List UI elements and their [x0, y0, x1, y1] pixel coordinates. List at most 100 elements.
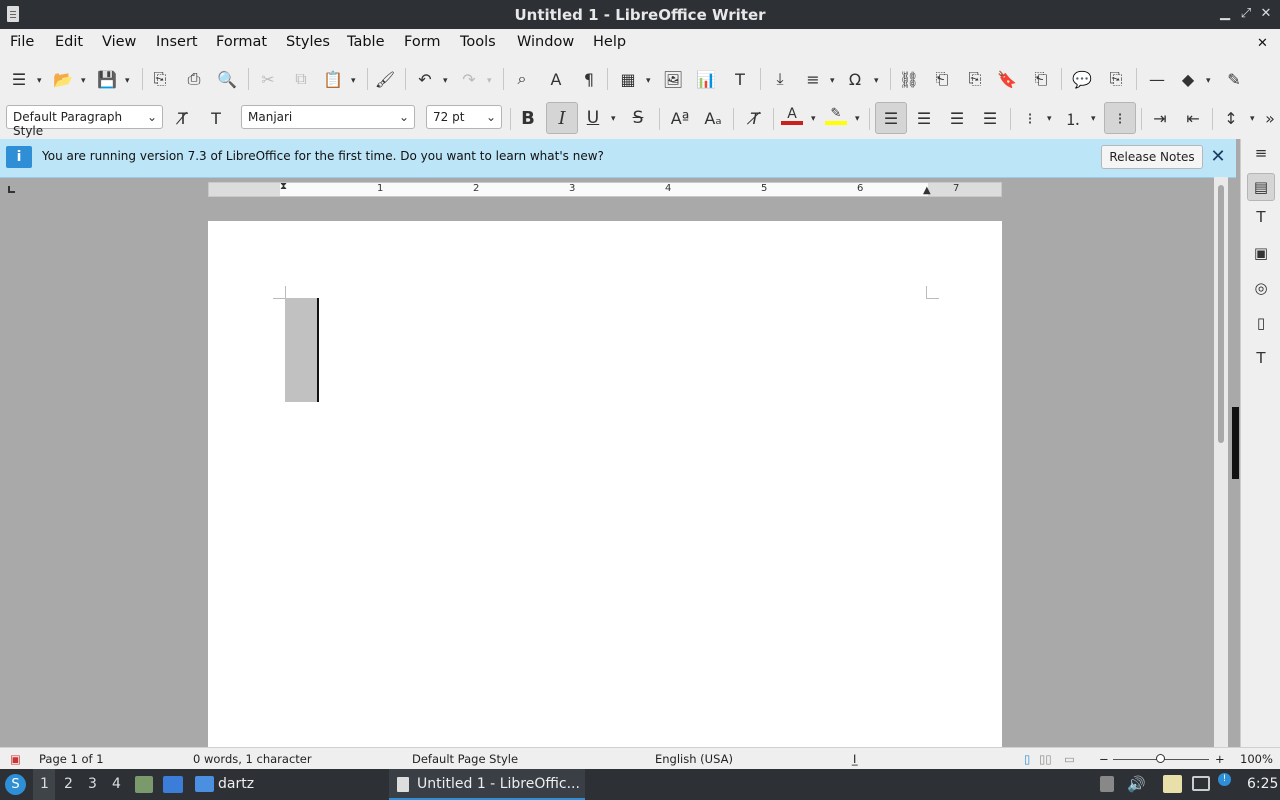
insert-chart-icon[interactable]: 📊 — [695, 68, 717, 90]
horizontal-ruler[interactable]: 1 2 3 4 5 6 7 ⧗ ▲ — [208, 181, 1002, 197]
gallery-icon[interactable]: ▣ — [1251, 243, 1271, 263]
draw-functions-icon[interactable]: ✎ — [1223, 68, 1245, 90]
justify-icon[interactable]: ☰ — [979, 107, 1001, 129]
folder-icon[interactable] — [195, 776, 214, 792]
zoom-in-icon[interactable]: + — [1215, 752, 1225, 766]
menu-styles[interactable]: Styles — [286, 34, 330, 50]
more-options-icon[interactable]: » — [1262, 107, 1278, 129]
workspace-3[interactable]: 3 — [88, 776, 97, 792]
workspace-4[interactable]: 4 — [112, 776, 121, 792]
scrollbar-thumb[interactable] — [1218, 185, 1224, 443]
new-document-icon[interactable]: ☰ — [8, 68, 30, 90]
network-icon[interactable] — [1192, 776, 1210, 791]
sidebar-menu-icon[interactable]: ≡ — [1251, 143, 1271, 163]
save-dropdown-chevron-icon[interactable]: ▾ — [125, 77, 133, 86]
decrease-indent-icon[interactable]: ⇤ — [1182, 107, 1204, 129]
numbering-icon[interactable]: ⒈ — [1062, 107, 1084, 129]
update-notification-icon[interactable]: ! — [1218, 773, 1231, 786]
navigator-icon[interactable]: ◎ — [1251, 278, 1271, 298]
comment-icon[interactable]: 💬 — [1071, 68, 1093, 90]
page-count[interactable]: Page 1 of 1 — [39, 752, 104, 766]
document-page[interactable] — [208, 221, 1002, 761]
print-icon[interactable]: ⎙ — [183, 68, 205, 90]
styles-icon[interactable]: T — [1251, 207, 1271, 227]
copy-icon[interactable]: ⧉ — [290, 68, 312, 90]
cross-reference-icon[interactable]: ⎗ — [1030, 68, 1052, 90]
tab-stop-icon[interactable] — [8, 186, 15, 193]
active-task[interactable]: Untitled 1 - LibreOffic... — [389, 769, 585, 800]
indent-marker-icon[interactable]: ⧗ — [280, 181, 287, 192]
line-spacing-dropdown-chevron-icon[interactable]: ▾ — [1250, 115, 1258, 124]
zoom-out-icon[interactable]: − — [1099, 752, 1109, 766]
single-page-view-icon[interactable]: ▯ — [1024, 752, 1030, 766]
italic-button[interactable]: I — [546, 102, 578, 134]
insert-image-icon[interactable]: 🖼 — [662, 68, 684, 90]
formatting-marks-icon[interactable]: ¶ — [578, 68, 600, 90]
font-name-combo[interactable]: Manjari ⌄ — [241, 105, 415, 129]
shapes-dropdown-chevron-icon[interactable]: ▾ — [1206, 77, 1214, 86]
save-icon[interactable]: 💾 — [96, 68, 118, 90]
page-break-icon[interactable]: ⤓ — [769, 68, 791, 90]
numbering-dropdown-chevron-icon[interactable]: ▾ — [1091, 115, 1099, 124]
font-color-icon[interactable]: A — [781, 105, 803, 127]
insert-text-box-icon[interactable]: T — [729, 68, 751, 90]
increase-indent-icon[interactable]: ⇥ — [1149, 107, 1171, 129]
redo-icon[interactable]: ↷ — [458, 68, 480, 90]
new-dropdown-chevron-icon[interactable]: ▾ — [37, 77, 45, 86]
special-character-icon[interactable]: Ω — [844, 68, 866, 90]
menu-form[interactable]: Form — [404, 34, 441, 50]
menu-insert[interactable]: Insert — [156, 34, 198, 50]
export-pdf-icon[interactable]: ⎘ — [149, 68, 171, 90]
find-replace-icon[interactable]: ⌕ — [511, 68, 533, 90]
release-notes-button[interactable]: Release Notes — [1101, 145, 1203, 169]
volume-icon[interactable]: 🔊 — [1127, 775, 1146, 793]
desktop-icon[interactable] — [163, 776, 183, 793]
document-modified-icon[interactable]: ▣ — [10, 752, 21, 766]
line-spacing-icon[interactable]: ↕ — [1220, 107, 1242, 129]
multi-page-view-icon[interactable]: ▯▯ — [1039, 752, 1052, 766]
spelling-icon[interactable]: A — [545, 68, 567, 90]
zoom-slider-thumb[interactable] — [1156, 754, 1165, 763]
bullets-dropdown-chevron-icon[interactable]: ▾ — [1047, 115, 1055, 124]
hyperlink-icon[interactable]: ⛓ — [898, 68, 920, 90]
menu-edit[interactable]: Edit — [55, 34, 83, 50]
insert-mode-icon[interactable]: I̲ — [853, 752, 856, 766]
subscript-icon[interactable]: Aₐ — [702, 107, 724, 129]
align-left-icon[interactable]: ☰ — [875, 102, 907, 134]
insert-line-icon[interactable]: — — [1146, 68, 1168, 90]
highlight-dropdown-chevron-icon[interactable]: ▾ — [855, 115, 863, 124]
special-char-dropdown-chevron-icon[interactable]: ▾ — [874, 77, 882, 86]
strikethrough-button[interactable]: S — [627, 107, 649, 129]
print-preview-icon[interactable]: 🔍 — [216, 68, 238, 90]
maximize-button[interactable]: ⤢ — [1238, 5, 1254, 23]
field-dropdown-chevron-icon[interactable]: ▾ — [830, 77, 838, 86]
open-dropdown-chevron-icon[interactable]: ▾ — [81, 77, 89, 86]
paste-icon[interactable]: 📋 — [322, 68, 344, 90]
font-color-dropdown-chevron-icon[interactable]: ▾ — [811, 115, 819, 124]
align-center-icon[interactable]: ☰ — [913, 107, 935, 129]
paragraph-style-combo[interactable]: Default Paragraph Style ⌄ — [6, 105, 163, 138]
footnote-icon[interactable]: ⎗ — [931, 68, 953, 90]
start-menu-icon[interactable]: S — [5, 774, 26, 795]
bookmark-icon[interactable]: 🔖 — [996, 68, 1018, 90]
clear-formatting-icon[interactable]: T̸ — [744, 107, 766, 129]
language[interactable]: English (USA) — [655, 752, 733, 766]
workspace-1[interactable]: 1 — [40, 776, 49, 792]
new-style-icon[interactable]: T — [205, 107, 227, 129]
menu-help[interactable]: Help — [593, 34, 626, 50]
clone-formatting-icon[interactable]: 🖌 — [374, 68, 396, 90]
close-document-icon[interactable]: ✕ — [1257, 36, 1268, 51]
bold-button[interactable]: B — [517, 107, 539, 129]
page-style[interactable]: Default Page Style — [412, 752, 518, 766]
properties-icon[interactable]: ▤ — [1247, 173, 1275, 201]
bullets-icon[interactable]: ⁝ — [1019, 107, 1041, 129]
tray-notes-icon[interactable] — [1100, 776, 1114, 792]
folder-task[interactable]: dartz — [218, 769, 254, 800]
zoom-level[interactable]: 100% — [1240, 752, 1273, 766]
table-dropdown-chevron-icon[interactable]: ▾ — [646, 77, 654, 86]
style-inspector-icon[interactable]: T — [1251, 348, 1271, 368]
superscript-icon[interactable]: Aª — [669, 107, 691, 129]
cut-icon[interactable]: ✂ — [257, 68, 279, 90]
basic-shapes-icon[interactable]: ◆ — [1177, 68, 1199, 90]
update-style-icon[interactable]: T̸ — [172, 107, 194, 129]
